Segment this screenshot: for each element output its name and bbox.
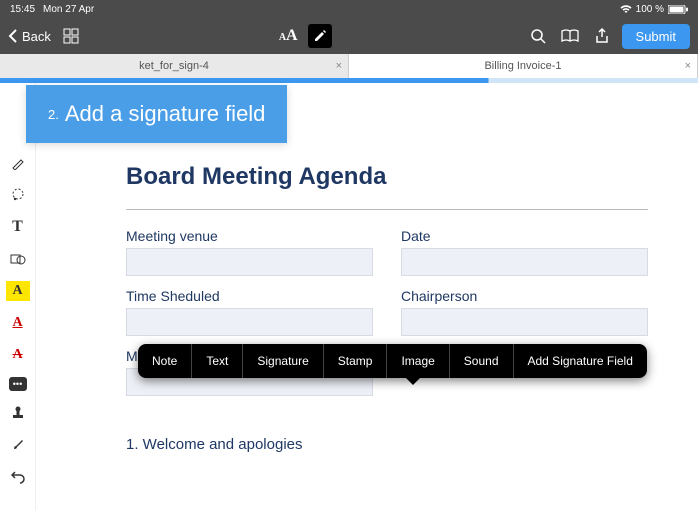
back-button[interactable]: Back bbox=[8, 29, 51, 44]
wifi-icon bbox=[620, 5, 632, 14]
highlight-tool[interactable]: A bbox=[6, 281, 30, 301]
underline-tool[interactable]: A bbox=[6, 313, 30, 333]
status-date: Mon 27 Apr bbox=[43, 4, 94, 15]
field-input[interactable] bbox=[401, 308, 648, 336]
field-label: Meeting venue bbox=[126, 228, 373, 244]
menu-item-signature[interactable]: Signature bbox=[243, 344, 323, 378]
divider bbox=[126, 209, 648, 210]
tutorial-callout: 2. Add a signature field bbox=[26, 85, 287, 143]
field-label: Chairperson bbox=[401, 288, 648, 304]
field-date: Date bbox=[401, 228, 648, 276]
annotation-toolbar: T A A A ••• bbox=[0, 83, 36, 510]
field-input[interactable] bbox=[401, 248, 648, 276]
status-time: 15:45 bbox=[10, 4, 35, 15]
stamp-tool[interactable] bbox=[6, 403, 30, 423]
ios-status-bar: 15:45 Mon 27 Apr 100 % bbox=[0, 0, 698, 18]
field-chairperson: Chairperson bbox=[401, 288, 648, 336]
pencil-icon bbox=[313, 29, 327, 43]
pen-tool[interactable] bbox=[6, 153, 30, 173]
document-title: Board Meeting Agenda bbox=[126, 163, 648, 191]
search-button[interactable] bbox=[526, 24, 550, 48]
tab-close-button[interactable]: × bbox=[685, 60, 691, 72]
brush-tool[interactable] bbox=[6, 435, 30, 455]
battery-percent: 100 % bbox=[636, 4, 664, 15]
chevron-left-icon bbox=[8, 29, 18, 43]
field-label: Date bbox=[401, 228, 648, 244]
document-canvas[interactable]: Board Meeting Agenda Meeting venue Date … bbox=[36, 83, 698, 510]
shape-tool[interactable] bbox=[6, 249, 30, 269]
battery-icon bbox=[668, 5, 688, 14]
field-input[interactable] bbox=[126, 248, 373, 276]
text-tool[interactable]: T bbox=[6, 217, 30, 237]
share-button[interactable] bbox=[590, 24, 614, 48]
context-menu: Note Text Signature Stamp Image Sound Ad… bbox=[138, 344, 647, 378]
share-icon bbox=[595, 28, 609, 44]
tab-label: Billing Invoice-1 bbox=[484, 60, 561, 72]
search-icon bbox=[530, 28, 546, 44]
callout-step-number: 2. bbox=[48, 107, 59, 122]
agenda-item-1: 1. Welcome and apologies bbox=[126, 436, 648, 453]
workspace: T A A A ••• Board Meeting Agenda Meeting… bbox=[0, 83, 698, 510]
field-label: Time Sheduled bbox=[126, 288, 373, 304]
field-input[interactable] bbox=[126, 308, 373, 336]
tab-document-2[interactable]: Billing Invoice-1 × bbox=[349, 54, 698, 78]
text-size-button[interactable]: AA bbox=[276, 24, 300, 48]
callout-text: Add a signature field bbox=[65, 101, 266, 126]
menu-item-note[interactable]: Note bbox=[138, 344, 192, 378]
book-icon bbox=[561, 29, 579, 43]
menu-item-sound[interactable]: Sound bbox=[450, 344, 514, 378]
tab-document-1[interactable]: ket_for_sign-4 × bbox=[0, 54, 349, 78]
text-size-icon: AA bbox=[279, 27, 298, 45]
tab-label: ket_for_sign-4 bbox=[139, 60, 209, 72]
strikethrough-tool[interactable]: A bbox=[6, 345, 30, 365]
menu-item-stamp[interactable]: Stamp bbox=[324, 344, 388, 378]
grid-icon bbox=[63, 28, 79, 44]
menu-item-text[interactable]: Text bbox=[192, 344, 243, 378]
document-tabs: ket_for_sign-4 × Billing Invoice-1 × bbox=[0, 54, 698, 78]
tab-close-button[interactable]: × bbox=[336, 60, 342, 72]
edit-button[interactable] bbox=[308, 24, 332, 48]
submit-button[interactable]: Submit bbox=[622, 24, 690, 49]
back-label: Back bbox=[22, 29, 51, 44]
grid-view-button[interactable] bbox=[59, 24, 83, 48]
lasso-tool[interactable] bbox=[6, 185, 30, 205]
menu-item-image[interactable]: Image bbox=[387, 344, 449, 378]
field-time: Time Sheduled bbox=[126, 288, 373, 336]
field-venue: Meeting venue bbox=[126, 228, 373, 276]
app-toolbar: Back AA Submit bbox=[0, 18, 698, 54]
bookmarks-button[interactable] bbox=[558, 24, 582, 48]
note-tool[interactable]: ••• bbox=[9, 377, 27, 391]
undo-tool[interactable] bbox=[6, 467, 30, 487]
menu-item-add-signature-field[interactable]: Add Signature Field bbox=[514, 344, 647, 378]
